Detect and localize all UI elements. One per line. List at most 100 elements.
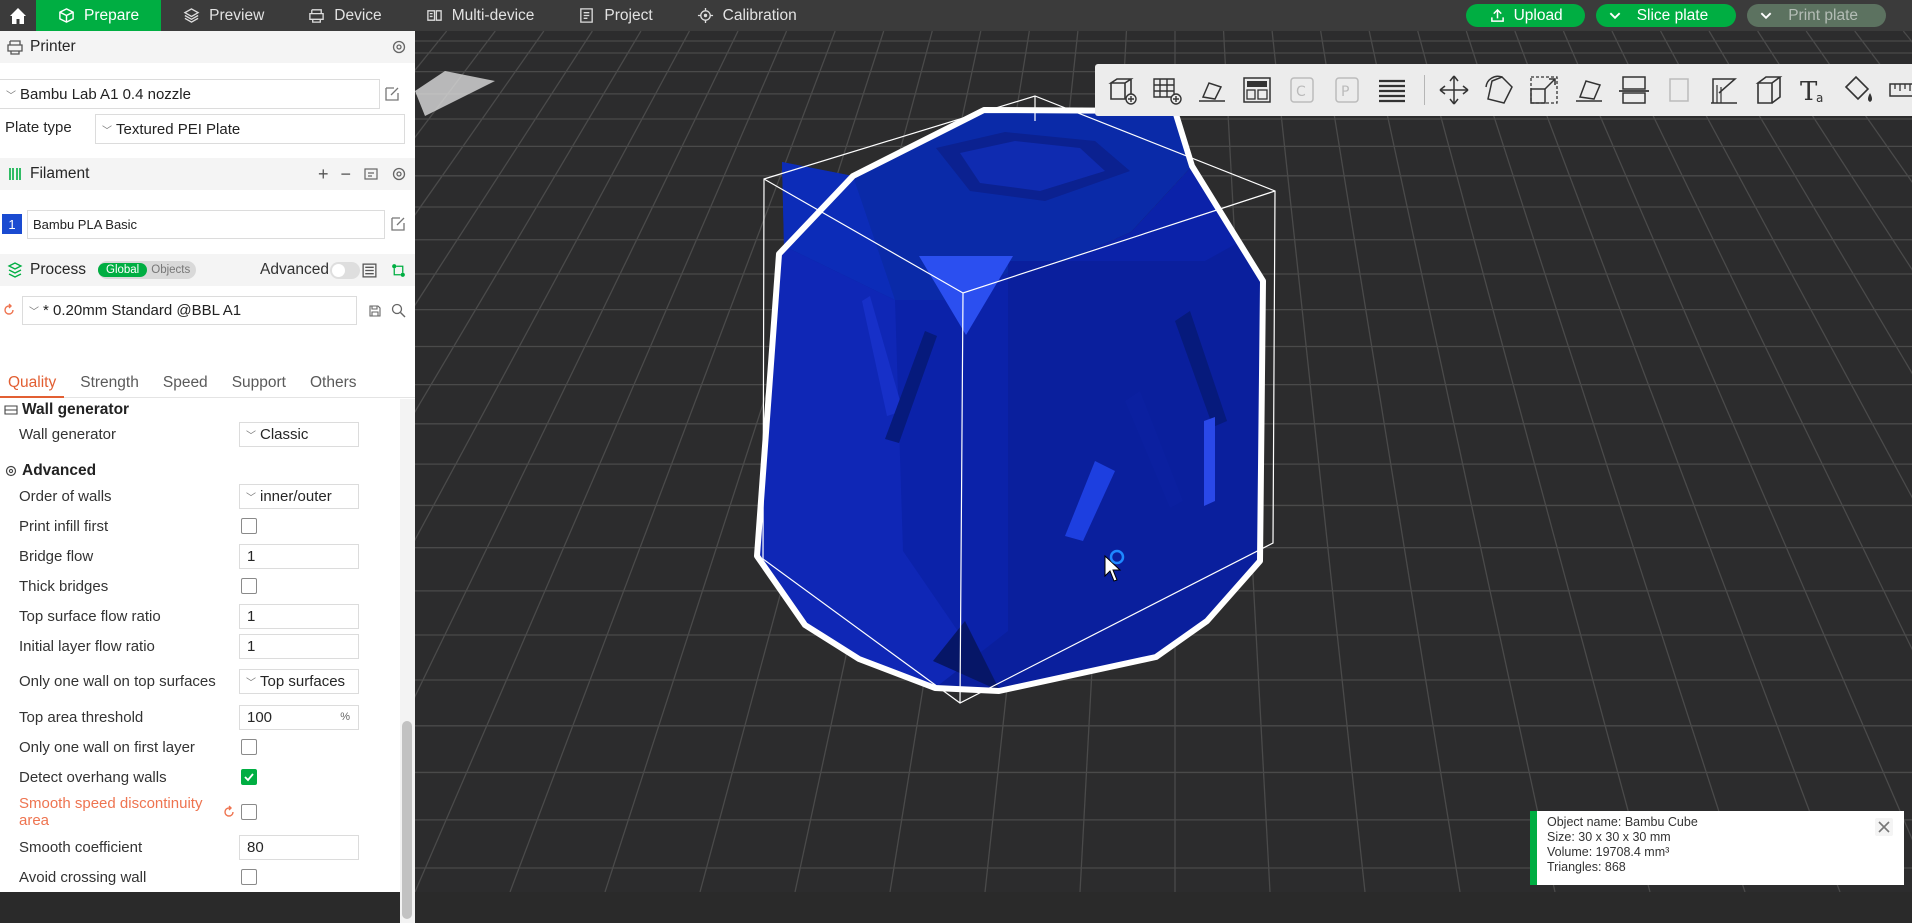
avoid-crossing-checkbox[interactable] [241, 869, 257, 885]
top-surface-flow-input[interactable]: 1 [239, 603, 359, 629]
add-object-button[interactable] [1103, 71, 1141, 109]
filament-select[interactable]: Bambu PLA Basic [27, 210, 385, 239]
remove-filament-button[interactable]: − [340, 164, 351, 185]
setting-row: Smooth speed discontinuity area [0, 792, 400, 832]
order-of-walls-select[interactable]: ﹀ inner/outer [239, 483, 359, 509]
rotate-button[interactable] [1480, 71, 1518, 109]
tab-prepare[interactable]: Prepare [36, 0, 162, 31]
add-filament-button[interactable]: + [318, 164, 329, 185]
bridge-flow-input[interactable]: 1 [239, 543, 359, 569]
smooth-coefficient-input[interactable]: 80 [239, 834, 359, 860]
search-icon[interactable] [391, 303, 406, 318]
save-icon[interactable] [368, 304, 382, 318]
tab-device[interactable]: Device [286, 0, 403, 31]
wall-generator-select[interactable]: ﹀ Classic [239, 421, 359, 447]
tab-preview[interactable]: Preview [161, 0, 286, 31]
slice-plate-button[interactable]: Slice plate [1595, 4, 1737, 27]
filament-icon [0, 166, 30, 182]
tab-device-label: Device [334, 6, 382, 24]
support-paint-button[interactable] [1705, 71, 1743, 109]
one-wall-first-layer-checkbox[interactable] [241, 739, 257, 755]
edit-icon[interactable] [390, 216, 406, 232]
setting-row: Detect overhang walls [0, 762, 400, 792]
chevron-down-icon[interactable] [1608, 8, 1622, 23]
tab-multi-device[interactable]: Multi-device [404, 0, 557, 31]
layout-p-button[interactable]: P [1328, 71, 1366, 109]
arrange-button[interactable] [1238, 71, 1276, 109]
smooth-speed-checkbox[interactable] [241, 804, 257, 820]
paint-bucket-icon [1844, 75, 1872, 102]
upload-button[interactable]: Upload [1465, 4, 1585, 27]
filament-slot-badge[interactable]: 1 [2, 214, 22, 234]
process-preset-select[interactable]: ﹀ * 0.20mm Standard @BBL A1 [22, 296, 357, 325]
scale-button[interactable] [1525, 71, 1563, 109]
scrollbar-thumb[interactable] [402, 721, 412, 919]
top-area-threshold-input[interactable]: 100% [239, 704, 359, 730]
setting-row: Print infill first [0, 511, 400, 541]
tab-speed[interactable]: Speed [155, 368, 216, 398]
layout-c-button[interactable]: C [1283, 71, 1321, 109]
lay-on-face-button[interactable] [1570, 71, 1608, 109]
check-icon [244, 773, 254, 782]
move-button[interactable] [1435, 71, 1473, 109]
c-icon: C [1290, 77, 1314, 103]
boolean-button[interactable] [1660, 71, 1698, 109]
tab-others[interactable]: Others [302, 368, 365, 398]
color-paint-button[interactable] [1840, 71, 1878, 109]
setting-row: Order of walls ﹀ inner/outer [0, 481, 400, 511]
advanced-label: Advanced [260, 261, 329, 278]
printer-select[interactable]: ﹀ Bambu Lab A1 0.4 nozzle [0, 79, 380, 109]
move-icon [1439, 75, 1469, 105]
compare-icon[interactable] [390, 262, 407, 279]
process-scope-toggle[interactable]: Global Objects [98, 261, 197, 279]
gear-icon[interactable] [391, 166, 407, 182]
3d-viewport[interactable]: C P Ta Object name: Bambu Cube Size: 30 … [415, 31, 1912, 892]
print-plate-button[interactable]: Print plate [1747, 4, 1886, 27]
add-plate-button[interactable] [1148, 71, 1186, 109]
text-button[interactable]: Ta [1795, 71, 1833, 109]
auto-orient-button[interactable] [1193, 71, 1231, 109]
thick-bridges-checkbox[interactable] [241, 578, 257, 594]
global-option[interactable]: Global [98, 263, 148, 277]
initial-layer-flow-input[interactable]: 1 [239, 633, 359, 659]
advanced-toggle[interactable] [330, 261, 360, 279]
scale-icon [1530, 76, 1558, 104]
chevron-down-icon: ﹀ [102, 125, 112, 137]
list-icon[interactable] [361, 262, 378, 279]
settings-tabs: Quality Strength Speed Support Others [0, 368, 415, 398]
tab-strength[interactable]: Strength [72, 368, 147, 398]
setting-label: Smooth speed discontinuity area [19, 795, 203, 829]
wall-generator-group-title: Wall generator [22, 401, 130, 418]
close-icon[interactable] [1874, 817, 1894, 837]
objects-option[interactable]: Objects [147, 263, 196, 277]
print-infill-first-checkbox[interactable] [241, 518, 257, 534]
detect-overhang-checkbox[interactable] [241, 769, 257, 785]
plate-type-select[interactable]: ﹀ Textured PEI Plate [95, 114, 405, 144]
tab-support[interactable]: Support [224, 368, 294, 398]
top-bar: Prepare Preview Device Multi-device Proj… [0, 0, 1912, 31]
tab-project-label: Project [604, 6, 653, 24]
sync-icon[interactable] [363, 166, 379, 182]
settings-scrollbar[interactable] [400, 399, 415, 923]
filament-name: Bambu PLA Basic [33, 217, 138, 232]
measure-button[interactable] [1885, 71, 1912, 109]
cut-button[interactable] [1615, 71, 1653, 109]
chevron-down-icon: ﹀ [6, 90, 16, 102]
project-icon [580, 8, 594, 23]
home-button[interactable] [0, 0, 36, 31]
tab-project[interactable]: Project [556, 0, 674, 31]
layers-button[interactable] [1373, 71, 1411, 109]
seam-paint-button[interactable] [1750, 71, 1788, 109]
tab-quality[interactable]: Quality [0, 368, 65, 398]
one-wall-top-select[interactable]: ﹀ Top surfaces [239, 668, 359, 694]
printer-settings-button[interactable] [391, 39, 407, 55]
print-plate-label: Print plate [1788, 6, 1858, 24]
reset-icon[interactable] [2, 303, 16, 317]
plate-type-value: Textured PEI Plate [116, 120, 241, 138]
chevron-down-icon[interactable] [1759, 8, 1773, 23]
reset-icon[interactable] [222, 805, 236, 819]
build-plate-scene[interactable] [415, 31, 1912, 892]
tab-calibration[interactable]: Calibration [675, 0, 819, 31]
object-info-panel: Object name: Bambu Cube Size: 30 x 30 x … [1530, 811, 1904, 885]
edit-icon[interactable] [384, 86, 400, 102]
